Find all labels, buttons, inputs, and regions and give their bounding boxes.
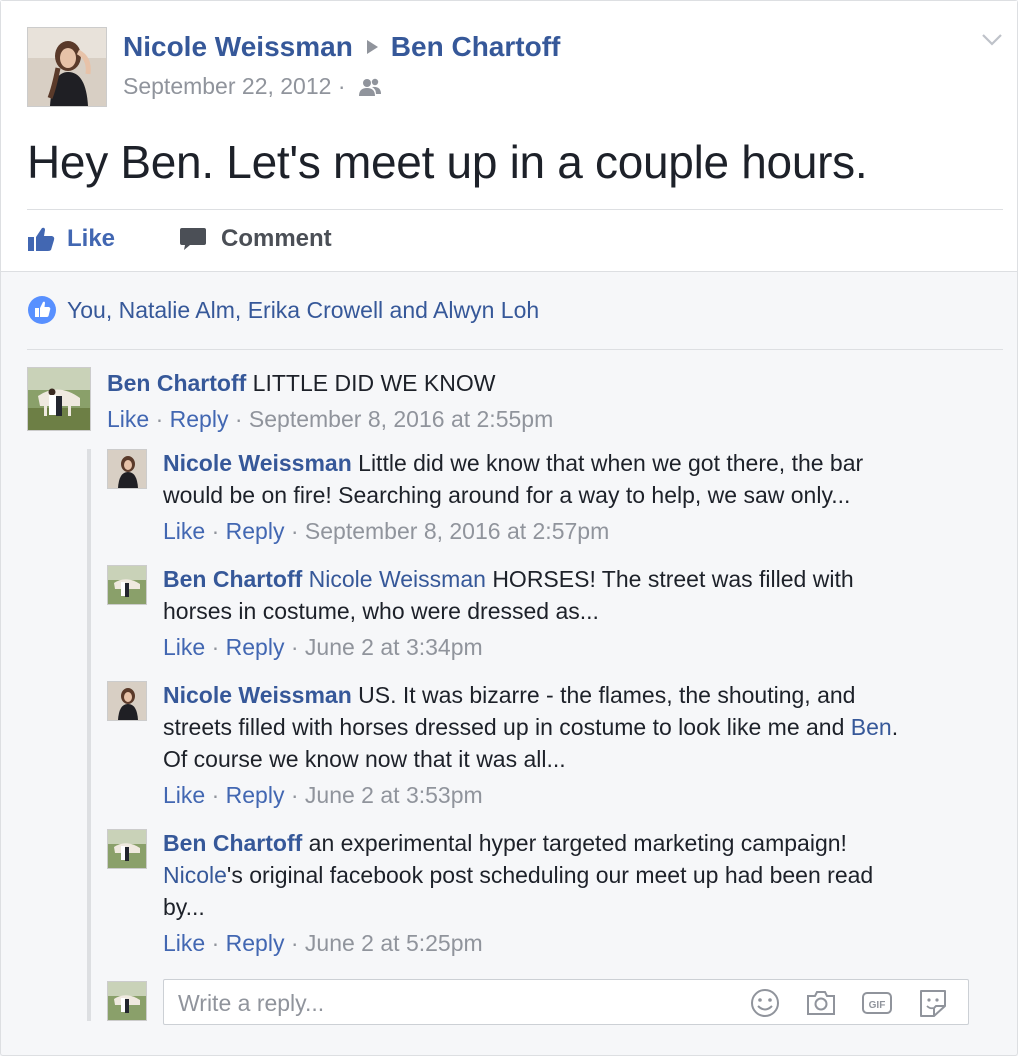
- comment-body: Ben Chartoff LITTLE DID WE KNOW: [107, 367, 997, 399]
- reply: Ben Chartoff Nicole Weissman HORSES! The…: [163, 563, 1003, 663]
- reply-author[interactable]: Ben Chartoff: [163, 830, 302, 856]
- post-author-name[interactable]: Nicole Weissman: [123, 31, 353, 62]
- post-recipient-name[interactable]: Ben Chartoff: [391, 31, 561, 62]
- gif-icon[interactable]: GIF: [860, 987, 894, 1019]
- reply-body: Ben Chartoff Nicole Weissman HORSES! The…: [163, 563, 1003, 627]
- reply-composer-tools: GIF: [748, 987, 950, 1019]
- divider: [27, 209, 1003, 210]
- comment-timestamp[interactable]: September 8, 2016 at 2:55pm: [249, 406, 553, 432]
- svg-text:GIF: GIF: [869, 1000, 886, 1011]
- commenter-avatar[interactable]: [27, 367, 91, 431]
- reply-text: .: [891, 714, 899, 740]
- reply-reply-link[interactable]: Reply: [226, 518, 285, 544]
- reply-avatar[interactable]: [107, 681, 147, 721]
- reply-body: Ben Chartoff an experimental hyper targe…: [163, 827, 1003, 923]
- post-message: Hey Ben. Let's meet up in a couple hours…: [27, 136, 868, 188]
- post-card: Nicole Weissman Ben Chartoff September 22…: [0, 0, 1018, 1056]
- reply-text: HORSES! The street was filled with: [492, 566, 854, 592]
- reply-meta: Like · Reply · June 2 at 3:53pm: [163, 782, 483, 808]
- reply: Nicole Weissman US. It was bizarre - the…: [163, 679, 1003, 811]
- reply-text: Of course we know now that it was all...: [163, 746, 566, 772]
- post-header-section: Nicole Weissman Ben Chartoff September 22…: [1, 1, 1017, 272]
- reply: Ben Chartoff an experimental hyper targe…: [163, 827, 1003, 959]
- reply-like-link[interactable]: Like: [163, 518, 205, 544]
- speech-bubble-icon: [180, 228, 206, 250]
- reply-timestamp[interactable]: June 2 at 3:53pm: [305, 782, 483, 808]
- emoji-icon[interactable]: [748, 987, 782, 1019]
- reply-body: Nicole Weissman Little did we know that …: [163, 447, 1003, 511]
- triangle-right-icon: [361, 33, 383, 55]
- camera-icon[interactable]: [804, 987, 838, 1019]
- author-avatar[interactable]: [27, 27, 107, 107]
- reply-text: by...: [163, 894, 205, 920]
- like-label: Like: [67, 225, 116, 252]
- reply-text: US. It was bizarre - the flames, the sho…: [358, 682, 856, 708]
- reply-like-link[interactable]: Like: [163, 634, 205, 660]
- comment-button[interactable]: Comment: [179, 225, 332, 253]
- reply-meta: Like · Reply · June 2 at 5:25pm: [163, 930, 483, 956]
- reply-text: streets filled with horses dressed up in…: [163, 714, 851, 740]
- reply-body: Nicole Weissman US. It was bizarre - the…: [163, 679, 1003, 775]
- reply-author[interactable]: Nicole Weissman: [163, 450, 352, 476]
- meta-separator: ·: [337, 73, 346, 99]
- reply-reply-link[interactable]: Reply: [226, 930, 285, 956]
- reply-timestamp[interactable]: June 2 at 3:34pm: [305, 634, 483, 660]
- reply-avatar[interactable]: [107, 449, 147, 489]
- post-author-line: Nicole Weissman Ben Chartoff: [123, 31, 560, 63]
- likes-summary[interactable]: You, Natalie Alm, Erika Crowell and Alwy…: [27, 295, 539, 325]
- reply-meta: Like · Reply · June 2 at 3:34pm: [163, 634, 483, 660]
- thumbs-up-icon: [28, 227, 55, 251]
- reply-text: an experimental hyper targeted marketing…: [308, 830, 847, 856]
- reply-timestamp[interactable]: June 2 at 5:25pm: [305, 930, 483, 956]
- reply-thread-rail: [87, 449, 91, 1021]
- comment-text: LITTLE DID WE KNOW: [252, 370, 496, 396]
- comment-like-link[interactable]: Like: [107, 406, 149, 432]
- reply-composer[interactable]: GIF: [163, 979, 969, 1025]
- post-meta: September 22, 2012 ·: [123, 73, 382, 100]
- reply-reply-link[interactable]: Reply: [226, 782, 285, 808]
- comment-author[interactable]: Ben Chartoff: [107, 370, 246, 396]
- reply-text: Little did we know that when we got ther…: [358, 450, 864, 476]
- reply-text: would be on fire! Searching around for a…: [163, 482, 851, 508]
- reply-mention[interactable]: Nicole: [163, 862, 227, 888]
- divider: [27, 349, 1003, 350]
- reply-author[interactable]: Nicole Weissman: [163, 682, 352, 708]
- reply-avatar[interactable]: [107, 565, 147, 605]
- reply-input[interactable]: [176, 988, 740, 1018]
- reply-text: 's original facebook post scheduling our…: [226, 862, 874, 888]
- current-user-avatar: [107, 981, 147, 1021]
- post-date[interactable]: September 22, 2012: [123, 73, 331, 99]
- friends-icon[interactable]: [358, 77, 382, 97]
- reply-reply-link[interactable]: Reply: [226, 634, 285, 660]
- like-badge-icon: [28, 296, 56, 324]
- sticker-icon[interactable]: [916, 987, 950, 1019]
- chevron-down-icon[interactable]: [981, 31, 1003, 49]
- reply-meta: Like · Reply · September 8, 2016 at 2:57…: [163, 518, 610, 544]
- comment: Ben Chartoff LITTLE DID WE KNOW Like · R…: [107, 367, 997, 435]
- likes-summary-text[interactable]: You, Natalie Alm, Erika Crowell and Alwy…: [67, 297, 539, 324]
- like-button[interactable]: Like: [27, 225, 115, 253]
- reply-author[interactable]: Ben Chartoff: [163, 566, 302, 592]
- comment-reply-link[interactable]: Reply: [170, 406, 229, 432]
- comment-meta: Like · Reply · September 8, 2016 at 2:55…: [107, 406, 554, 432]
- reply-avatar[interactable]: [107, 829, 147, 869]
- reply: Nicole Weissman Little did we know that …: [163, 447, 1003, 547]
- reply-mention[interactable]: Ben: [851, 714, 892, 740]
- reply-like-link[interactable]: Like: [163, 782, 205, 808]
- reply-text: horses in costume, who were dressed as..…: [163, 598, 599, 624]
- reply-timestamp[interactable]: September 8, 2016 at 2:57pm: [305, 518, 609, 544]
- comment-label: Comment: [221, 225, 332, 252]
- reply-like-link[interactable]: Like: [163, 930, 205, 956]
- reply-mention[interactable]: Nicole Weissman: [309, 566, 486, 592]
